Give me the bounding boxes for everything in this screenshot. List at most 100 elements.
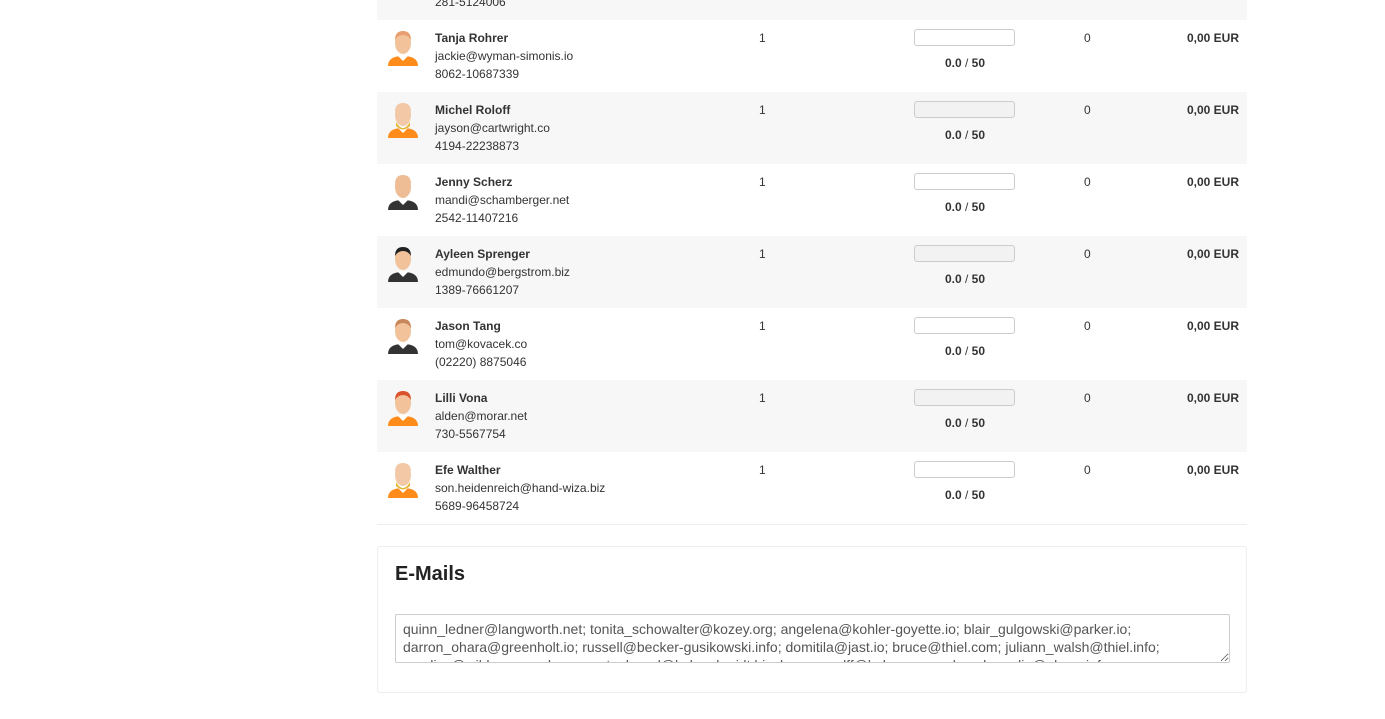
contact-email: edmundo@bergstrom.biz xyxy=(435,265,570,279)
progress-bar xyxy=(914,29,1015,46)
progress-max: 50 xyxy=(971,200,986,214)
count-value: 1 xyxy=(759,175,766,189)
contact-info: Jason Tang tom@kovacek.co (02220) 887504… xyxy=(435,317,527,371)
progress-max: 50 xyxy=(971,416,986,430)
contact-email: jayson@cartwright.co xyxy=(435,121,550,135)
avatar-icon xyxy=(386,316,420,354)
contact-phone: 4194-22238873 xyxy=(435,139,520,153)
progress-bar xyxy=(914,461,1015,478)
count-value: 1 xyxy=(759,391,766,405)
avatar-icon xyxy=(386,388,420,426)
table-row: 281-5124006 xyxy=(377,0,1247,20)
contact-email: tom@kovacek.co xyxy=(435,337,528,351)
avatar-icon xyxy=(386,100,420,138)
contact-name: Lilli Vona xyxy=(435,391,488,405)
secondary-count: 0 xyxy=(1084,247,1091,261)
avatar-icon xyxy=(386,172,420,210)
progress-bar xyxy=(914,245,1015,262)
progress-current: 0.0 xyxy=(944,344,962,358)
contact-name: Michel Roloff xyxy=(435,103,511,117)
progress-text: 0.0 / 50 xyxy=(914,415,1016,431)
progress-separator: / xyxy=(961,344,972,358)
contact-name: Tanja Rohrer xyxy=(435,31,509,45)
contact-phone: 5689-96458724 xyxy=(435,499,520,513)
emails-panel: E-Mails quinn_ledner@langworth.net; toni… xyxy=(377,546,1247,693)
progress-current: 0.0 xyxy=(944,272,962,286)
table-row: Lilli Vona alden@morar.net 730-5567754 1… xyxy=(377,380,1247,452)
amount-value: 0,00 EUR xyxy=(1186,247,1239,261)
secondary-count: 0 xyxy=(1084,31,1091,45)
amount-value: 0,00 EUR xyxy=(1186,319,1239,333)
progress-separator: / xyxy=(961,488,972,502)
contact-phone: 730-5567754 xyxy=(435,427,506,441)
contact-info: Tanja Rohrer jackie@wyman-simonis.io 806… xyxy=(435,29,573,83)
count-value: 1 xyxy=(759,247,766,261)
contact-email: jackie@wyman-simonis.io xyxy=(435,49,574,63)
emails-textarea[interactable]: quinn_ledner@langworth.net; tonita_schow… xyxy=(395,614,1230,663)
amount-value: 0,00 EUR xyxy=(1186,31,1239,45)
contact-phone: 1389-76661207 xyxy=(435,283,520,297)
table-row: Michel Roloff jayson@cartwright.co 4194-… xyxy=(377,92,1247,164)
contact-info: Efe Walther son.heidenreich@hand-wiza.bi… xyxy=(435,461,605,515)
progress-max: 50 xyxy=(971,56,986,70)
progress-bar xyxy=(914,317,1015,334)
contact-email: mandi@schamberger.net xyxy=(435,193,570,207)
progress-text: 0.0 / 50 xyxy=(914,127,1016,143)
table-row: Efe Walther son.heidenreich@hand-wiza.bi… xyxy=(377,452,1247,525)
progress-separator: / xyxy=(961,200,972,214)
contact-name: Jenny Scherz xyxy=(435,175,513,189)
progress-max: 50 xyxy=(971,344,986,358)
count-value: 1 xyxy=(759,31,766,45)
contact-phone: 2542-11407216 xyxy=(435,211,519,225)
progress-separator: / xyxy=(961,416,972,430)
count-value: 1 xyxy=(759,463,766,477)
count-value: 1 xyxy=(759,319,766,333)
contact-name: Jason Tang xyxy=(435,319,501,333)
avatar-icon xyxy=(386,244,420,282)
amount-value: 0,00 EUR xyxy=(1186,103,1239,117)
amount-value: 0,00 EUR xyxy=(1186,175,1239,189)
progress-separator: / xyxy=(961,128,972,142)
progress-current: 0.0 xyxy=(944,416,962,430)
contact-info: Lilli Vona alden@morar.net 730-5567754 xyxy=(435,389,527,443)
progress-current: 0.0 xyxy=(944,56,962,70)
secondary-count: 0 xyxy=(1084,175,1091,189)
progress-separator: / xyxy=(961,272,972,286)
progress-separator: / xyxy=(961,56,972,70)
progress-text: 0.0 / 50 xyxy=(914,271,1016,287)
avatar-icon xyxy=(386,28,420,66)
table-row: Jenny Scherz mandi@schamberger.net 2542-… xyxy=(377,164,1247,236)
emails-title: E-Mails xyxy=(395,563,466,585)
progress-max: 50 xyxy=(971,272,986,286)
progress-text: 0.0 / 50 xyxy=(914,55,1016,71)
progress-bar xyxy=(914,173,1015,190)
progress-current: 0.0 xyxy=(944,128,962,142)
table-row: Jason Tang tom@kovacek.co (02220) 887504… xyxy=(377,308,1247,380)
contact-email: alden@morar.net xyxy=(435,409,528,423)
contact-email: son.heidenreich@hand-wiza.biz xyxy=(435,481,606,495)
contact-phone: (02220) 8875046 xyxy=(435,355,527,369)
progress-text: 0.0 / 50 xyxy=(914,487,1016,503)
contact-name: Ayleen Sprenger xyxy=(435,247,530,261)
secondary-count: 0 xyxy=(1084,103,1091,117)
count-value: 1 xyxy=(759,103,766,117)
contact-name: Efe Walther xyxy=(435,463,501,477)
progress-max: 50 xyxy=(971,128,986,142)
contact-phone: 281-5124006 xyxy=(435,0,506,9)
contact-info: Ayleen Sprenger edmundo@bergstrom.biz 13… xyxy=(435,245,570,299)
amount-value: 0,00 EUR xyxy=(1186,463,1239,477)
secondary-count: 0 xyxy=(1084,391,1091,405)
amount-value: 0,00 EUR xyxy=(1186,391,1239,405)
progress-current: 0.0 xyxy=(944,488,962,502)
secondary-count: 0 xyxy=(1084,319,1091,333)
avatar-icon xyxy=(386,460,420,498)
progress-bar xyxy=(914,101,1015,118)
progress-bar xyxy=(914,389,1015,406)
contact-info: Jenny Scherz mandi@schamberger.net 2542-… xyxy=(435,173,569,227)
progress-text: 0.0 / 50 xyxy=(914,343,1016,359)
table-row: Ayleen Sprenger edmundo@bergstrom.biz 13… xyxy=(377,236,1247,308)
progress-current: 0.0 xyxy=(944,200,962,214)
participants-table: 281-5124006 Tanja Rohrer jackie@wyman-si… xyxy=(377,0,1247,525)
table-row: Tanja Rohrer jackie@wyman-simonis.io 806… xyxy=(377,20,1247,92)
contact-info: Michel Roloff jayson@cartwright.co 4194-… xyxy=(435,101,550,155)
